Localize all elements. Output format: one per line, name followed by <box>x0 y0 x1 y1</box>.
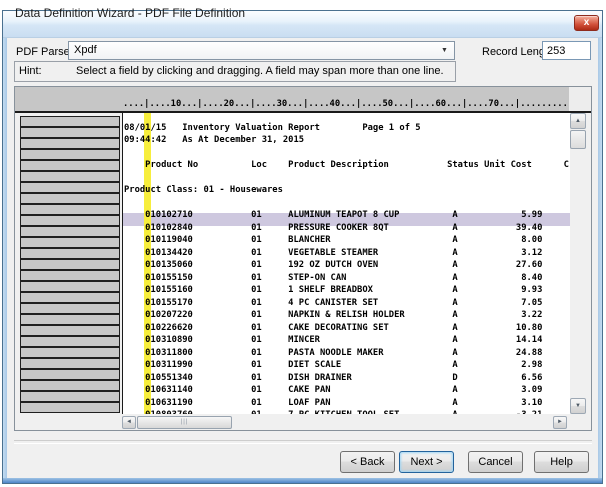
window-border-right <box>598 36 602 480</box>
close-button[interactable]: x <box>574 15 599 31</box>
close-icon: x <box>584 17 590 28</box>
arrow-left-icon: ◄ <box>126 419 132 425</box>
record-length-input[interactable] <box>542 41 591 60</box>
help-button[interactable]: Help <box>534 451 589 473</box>
button-separator <box>14 440 592 444</box>
row-header-cell[interactable] <box>20 314 120 325</box>
row-header-cell[interactable] <box>20 237 120 248</box>
row-header-cell[interactable] <box>20 204 120 215</box>
chevron-down-icon[interactable]: ▼ <box>441 47 448 54</box>
row-header-cell[interactable] <box>20 248 120 259</box>
row-header-cell[interactable] <box>20 380 120 391</box>
row-header-cell[interactable] <box>20 149 120 160</box>
row-header-cell[interactable] <box>20 336 120 347</box>
cancel-button[interactable]: Cancel <box>468 451 523 473</box>
next-button[interactable]: Next > <box>399 451 454 473</box>
row-header-cell[interactable] <box>20 347 120 358</box>
scroll-right-button[interactable]: ► <box>553 416 567 429</box>
report-grid: ....|....10...|....20...|....30...|....4… <box>14 86 592 431</box>
pdf-parser-select[interactable]: Xpdf <box>68 41 455 60</box>
row-header-column <box>15 87 122 430</box>
row-header-cell[interactable] <box>20 270 120 281</box>
horizontal-scroll-thumb[interactable]: ||| <box>137 416 232 429</box>
window-border-left <box>3 36 7 480</box>
row-header-cell[interactable] <box>20 292 120 303</box>
vertical-scrollbar[interactable]: ▲ ▼ <box>570 113 586 414</box>
row-header-cell[interactable] <box>20 402 120 413</box>
row-header-cell[interactable] <box>20 259 120 270</box>
back-button[interactable]: < Back <box>340 451 395 473</box>
row-header-cell[interactable] <box>20 171 120 182</box>
scroll-down-button[interactable]: ▼ <box>570 398 586 414</box>
column-ruler: ....|....10...|....20...|....30...|....4… <box>123 98 591 111</box>
window-border-bottom <box>3 478 602 483</box>
row-header-cell[interactable] <box>20 182 120 193</box>
row-header-cell[interactable] <box>20 369 120 380</box>
row-header-cell[interactable] <box>20 116 120 127</box>
row-header-cell[interactable] <box>20 215 120 226</box>
row-header-cell[interactable] <box>20 160 120 171</box>
arrow-right-icon: ► <box>557 419 563 425</box>
report-text[interactable]: 08/01/15 Inventory Valuation Report Page… <box>124 122 569 414</box>
row-header-cell[interactable] <box>20 281 120 292</box>
pdf-parser-label: PDF Parser <box>16 46 73 58</box>
scroll-left-button[interactable]: ◄ <box>122 416 136 429</box>
row-header-cell[interactable] <box>20 391 120 402</box>
vertical-scroll-thumb[interactable] <box>570 130 586 149</box>
row-header-cell[interactable] <box>20 127 120 138</box>
row-header-cell[interactable] <box>20 325 120 336</box>
grip-icon: ||| <box>181 419 189 425</box>
hint-label: Hint: <box>19 65 42 77</box>
row-header-cell[interactable] <box>20 303 120 314</box>
hint-text: Select a field by clicking and dragging.… <box>76 65 444 77</box>
row-header-cell[interactable] <box>20 358 120 369</box>
scroll-up-button[interactable]: ▲ <box>570 113 586 129</box>
window-title: Data Definition Wizard - PDF File Defini… <box>15 6 245 20</box>
row-header-cell[interactable] <box>20 226 120 237</box>
row-header-cell[interactable] <box>20 138 120 149</box>
arrow-down-icon: ▼ <box>575 403 581 409</box>
report-viewport[interactable]: 08/01/15 Inventory Valuation Report Page… <box>122 113 570 414</box>
arrow-up-icon: ▲ <box>575 118 581 124</box>
horizontal-scrollbar[interactable]: ◄ ||| ► <box>122 416 567 429</box>
row-header-cell[interactable] <box>20 193 120 204</box>
pdf-parser-value: Xpdf <box>74 44 97 56</box>
ruler-corner <box>569 87 591 111</box>
